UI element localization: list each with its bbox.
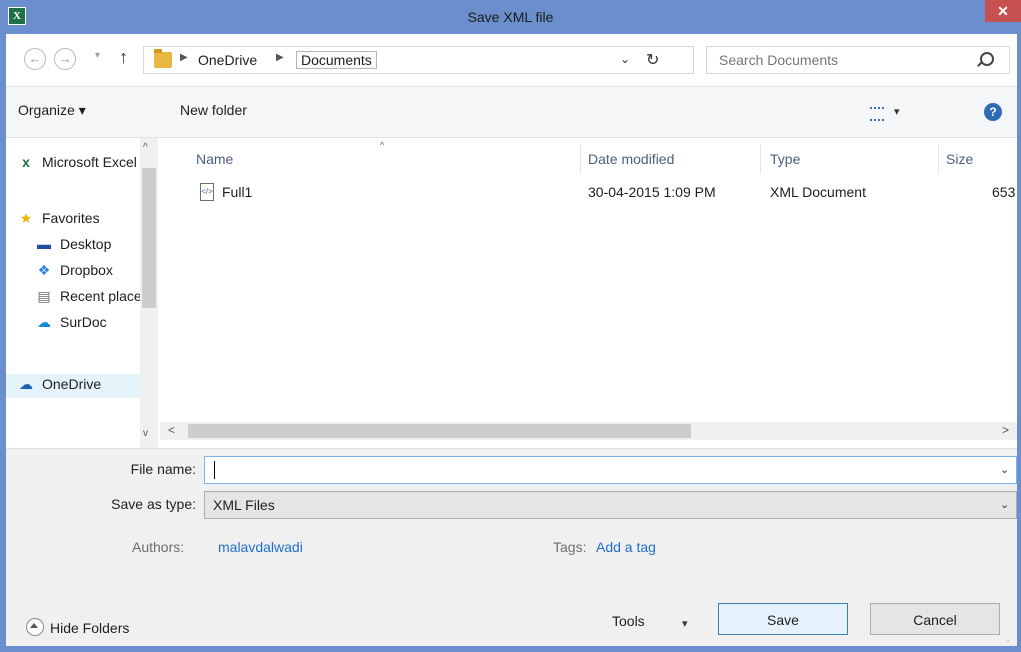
refresh-icon[interactable]: ↻ xyxy=(646,50,659,70)
breadcrumb-separator[interactable]: ▶ xyxy=(276,52,284,63)
authors-label: Authors: xyxy=(132,539,185,555)
breadcrumb-documents[interactable]: Documents xyxy=(296,51,377,69)
sidebar-item-onedrive[interactable]: ☁ OneDrive xyxy=(6,374,140,398)
sidebar-item-label: Desktop xyxy=(60,236,112,252)
sidebar-item-label: SurDoc xyxy=(60,314,107,330)
sidebar-item-favorites[interactable]: ★ Favorites xyxy=(16,210,141,227)
window-title: Save XML file xyxy=(467,9,554,25)
recent-places-icon: ▤ xyxy=(37,288,51,304)
column-header-size[interactable]: Size xyxy=(946,151,973,167)
navigation-scrollbar[interactable]: ^ v xyxy=(140,138,158,448)
back-button[interactable]: ← xyxy=(24,48,46,70)
star-icon: ★ xyxy=(19,210,33,226)
chevron-down-icon[interactable]: ⌄ xyxy=(1000,498,1009,511)
help-icon[interactable]: ? xyxy=(984,103,1002,121)
file-name-cell[interactable]: Full1 xyxy=(222,184,252,200)
file-list-horizontal-scrollbar[interactable]: < > xyxy=(160,422,1017,440)
tools-menu[interactable]: Tools xyxy=(612,613,645,629)
column-header-name[interactable]: Name xyxy=(196,151,233,167)
scroll-thumb[interactable] xyxy=(188,424,691,438)
scroll-thumb[interactable] xyxy=(142,168,156,308)
text-cursor xyxy=(214,461,215,479)
dialog-body: ← → ▾ ↑ ▶ OneDrive ▶ Documents ⌄ ↻ Organ… xyxy=(6,34,1017,646)
file-size-cell: 653 xyxy=(992,184,1016,200)
sidebar-item-label: Dropbox xyxy=(60,262,113,278)
search-box[interactable] xyxy=(706,46,1010,74)
column-divider[interactable] xyxy=(580,144,581,174)
surdoc-icon: ☁ xyxy=(37,314,51,330)
scroll-down-icon[interactable]: v xyxy=(143,428,148,439)
command-bar: Organize ▾ New folder ▾ ? xyxy=(6,87,1017,138)
search-input[interactable] xyxy=(717,51,961,69)
cancel-button[interactable]: Cancel xyxy=(870,603,1000,635)
collapse-up-icon xyxy=(26,618,44,636)
close-button[interactable]: ✕ xyxy=(985,0,1021,22)
search-icon[interactable] xyxy=(980,52,994,66)
tools-dropdown-icon[interactable]: ▾ xyxy=(682,617,688,630)
column-header-type[interactable]: Type xyxy=(770,151,800,167)
scroll-left-icon[interactable]: < xyxy=(168,423,175,437)
save-button[interactable]: Save xyxy=(718,603,848,635)
column-header-date-modified[interactable]: Date modified xyxy=(588,151,674,167)
sidebar-item-desktop[interactable]: ▬ Desktop xyxy=(34,236,140,252)
organize-menu[interactable]: Organize ▾ xyxy=(18,102,86,119)
address-bar[interactable]: ▶ OneDrive ▶ Documents ⌄ ↻ xyxy=(143,46,694,74)
file-date-cell: 30-04-2015 1:09 PM xyxy=(588,184,716,200)
hide-folders-button[interactable]: Hide Folders xyxy=(26,618,129,636)
resize-grip-icon[interactable]: ⠠ xyxy=(1004,635,1014,645)
onedrive-icon: ☁ xyxy=(19,376,33,392)
sidebar-item-surdoc[interactable]: ☁ SurDoc xyxy=(34,314,140,331)
desktop-icon: ▬ xyxy=(37,236,51,252)
column-divider[interactable] xyxy=(760,144,761,174)
title-bar[interactable]: X Save XML file ✕ xyxy=(0,0,1021,34)
navigation-pane: x Microsoft Excel ★ Favorites ▬ Desktop ❖ Dr… xyxy=(6,138,160,448)
sidebar-item-label: OneDrive xyxy=(42,376,102,392)
new-folder-button[interactable]: New folder xyxy=(180,102,247,118)
save-as-type-value: XML Files xyxy=(213,497,275,513)
authors-value[interactable]: malavdalwadi xyxy=(218,539,303,555)
sidebar-item-microsoft-excel[interactable]: x Microsoft Excel xyxy=(16,154,141,170)
save-options-panel: File name: ⌄ Save as type: XML Files ⌄ A… xyxy=(6,448,1017,646)
save-as-type-select[interactable]: XML Files ⌄ xyxy=(204,491,1017,519)
save-dialog: X Save XML file ✕ ← → ▾ ↑ ▶ OneDrive ▶ D… xyxy=(0,0,1021,652)
chevron-down-icon[interactable]: ⌄ xyxy=(1000,463,1009,476)
file-name-input[interactable] xyxy=(213,461,977,479)
file-name-label: File name: xyxy=(130,461,196,477)
sidebar-item-label: Recent places xyxy=(60,288,140,304)
scroll-right-icon[interactable]: > xyxy=(1002,423,1009,437)
sidebar-item-label: Microsoft Excel xyxy=(42,154,137,170)
recent-locations-dropdown[interactable]: ▾ xyxy=(95,50,100,61)
file-name-field[interactable]: ⌄ xyxy=(204,456,1017,484)
xml-file-icon: </> xyxy=(200,183,214,201)
folder-icon xyxy=(154,49,172,68)
up-button[interactable]: ↑ xyxy=(119,47,128,68)
breadcrumb-onedrive[interactable]: OneDrive xyxy=(198,52,257,68)
add-tag-link[interactable]: Add a tag xyxy=(596,539,656,555)
sort-ascending-icon: ^ xyxy=(380,140,385,150)
column-divider[interactable] xyxy=(938,144,939,174)
file-list: ^ Name Date modified Type Size </> Full1… xyxy=(160,138,1017,422)
address-row: ← → ▾ ↑ ▶ OneDrive ▶ Documents ⌄ ↻ xyxy=(6,34,1017,87)
sidebar-item-recent-places[interactable]: ▤ Recent places xyxy=(34,288,140,305)
dropbox-icon: ❖ xyxy=(37,262,51,278)
breadcrumb-separator[interactable]: ▶ xyxy=(180,52,188,63)
save-as-type-label: Save as type: xyxy=(111,496,196,512)
excel-icon: x xyxy=(22,154,30,170)
view-dropdown-icon[interactable]: ▾ xyxy=(894,105,900,118)
view-options-icon[interactable] xyxy=(870,107,884,121)
forward-button[interactable]: → xyxy=(54,48,76,70)
tags-label: Tags: xyxy=(553,539,587,555)
file-type-cell: XML Document xyxy=(770,184,866,200)
scroll-up-icon[interactable]: ^ xyxy=(143,142,148,153)
sidebar-item-label: Favorites xyxy=(42,210,100,226)
address-dropdown-icon[interactable]: ⌄ xyxy=(620,52,630,66)
hide-folders-label: Hide Folders xyxy=(50,620,130,636)
sidebar-item-dropbox[interactable]: ❖ Dropbox xyxy=(34,262,140,279)
